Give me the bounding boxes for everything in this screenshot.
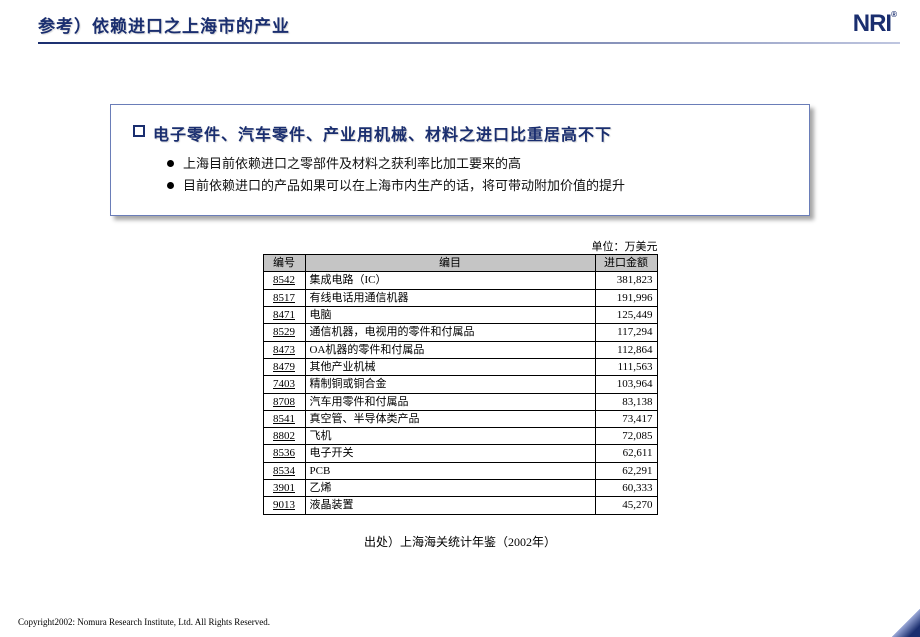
cell-item: 真空管、半导体类产品 (305, 410, 595, 427)
cell-item: 通信机器，电视用的零件和付属品 (305, 324, 595, 341)
cell-code: 8473 (263, 341, 305, 358)
cell-code: 8708 (263, 393, 305, 410)
import-table: 编号 编目 进口金额 8542集成电路（IC）381,8238517有线电话用通… (263, 254, 658, 514)
cell-item: 液晶装置 (305, 497, 595, 514)
cell-item: 精制铜或铜合金 (305, 376, 595, 393)
cell-amount: 103,964 (595, 376, 657, 393)
square-bullet-icon (133, 125, 145, 137)
cell-item: 汽车用零件和付属品 (305, 393, 595, 410)
cell-amount: 45,270 (595, 497, 657, 514)
logo: NRI® (853, 10, 896, 38)
table-header-row: 编号 编目 进口金额 (263, 255, 657, 272)
table-row: 8536电子开关62,611 (263, 445, 657, 462)
cell-amount: 191,996 (595, 289, 657, 306)
cell-amount: 72,085 (595, 428, 657, 445)
cell-code: 8542 (263, 272, 305, 289)
table-row: 8471电脑125,449 (263, 307, 657, 324)
cell-item: 乙烯 (305, 480, 595, 497)
th-code: 编号 (263, 255, 305, 272)
cell-amount: 125,449 (595, 307, 657, 324)
cell-code: 8529 (263, 324, 305, 341)
cell-amount: 60,333 (595, 480, 657, 497)
cell-code: 8479 (263, 358, 305, 375)
cell-code: 8471 (263, 307, 305, 324)
cell-amount: 73,417 (595, 410, 657, 427)
cell-item: OA机器的零件和付属品 (305, 341, 595, 358)
cell-code: 9013 (263, 497, 305, 514)
table-row: 8802飞机72,085 (263, 428, 657, 445)
callout-main: 电子零件、汽车零件、产业用机械、材料之进口比重居高不下 (133, 121, 787, 145)
table-row: 8708汽车用零件和付属品83,138 (263, 393, 657, 410)
cell-amount: 117,294 (595, 324, 657, 341)
logo-text: NRI (853, 10, 891, 37)
header: 参考）依赖进口之上海市的产业 NRI® (0, 0, 920, 42)
cell-code: 8534 (263, 462, 305, 479)
table-row: 8517有线电话用通信机器191,996 (263, 289, 657, 306)
cell-item: 电脑 (305, 307, 595, 324)
page-title: 参考）依赖进口之上海市的产业 (38, 12, 290, 37)
table-row: 8473OA机器的零件和付属品112,864 (263, 341, 657, 358)
cell-amount: 62,291 (595, 462, 657, 479)
cell-amount: 381,823 (595, 272, 657, 289)
data-source: 出处）上海海关统计年鉴（2002年） (0, 533, 920, 550)
header-divider (38, 42, 900, 44)
cell-code: 8536 (263, 445, 305, 462)
cell-code: 7403 (263, 376, 305, 393)
table-row: 8534PCB62,291 (263, 462, 657, 479)
cell-item: 电子开关 (305, 445, 595, 462)
cell-code: 8517 (263, 289, 305, 306)
table-row: 3901乙烯60,333 (263, 480, 657, 497)
cell-code: 8541 (263, 410, 305, 427)
cell-item: 飞机 (305, 428, 595, 445)
cell-code: 8802 (263, 428, 305, 445)
cell-amount: 112,864 (595, 341, 657, 358)
cell-item: 其他产业机械 (305, 358, 595, 375)
table-row: 7403精制铜或铜合金103,964 (263, 376, 657, 393)
page-corner-decoration (892, 609, 920, 637)
table-row: 8479其他产业机械111,563 (263, 358, 657, 375)
th-amount: 进口金额 (595, 255, 657, 272)
logo-mark: ® (891, 10, 896, 19)
cell-amount: 62,611 (595, 445, 657, 462)
callout-point: 上海目前依赖进口之零部件及材料之获利率比加工要来的高 (167, 153, 787, 175)
callout-sublist: 上海目前依赖进口之零部件及材料之获利率比加工要来的高 目前依赖进口的产品如果可以… (133, 153, 787, 197)
cell-item: 集成电路（IC） (305, 272, 595, 289)
cell-amount: 83,138 (595, 393, 657, 410)
cell-item: 有线电话用通信机器 (305, 289, 595, 306)
table-row: 8542集成电路（IC）381,823 (263, 272, 657, 289)
callout-box: 电子零件、汽车零件、产业用机械、材料之进口比重居高不下 上海目前依赖进口之零部件… (110, 104, 810, 216)
cell-code: 3901 (263, 480, 305, 497)
cell-item: PCB (305, 462, 595, 479)
th-item: 编目 (305, 255, 595, 272)
table-row: 9013液晶装置45,270 (263, 497, 657, 514)
table-row: 8541真空管、半导体类产品73,417 (263, 410, 657, 427)
cell-amount: 111,563 (595, 358, 657, 375)
callout-title: 电子零件、汽车零件、产业用机械、材料之进口比重居高不下 (153, 121, 612, 145)
copyright-footer: Copyright2002: Nomura Research Institute… (18, 617, 270, 627)
table-row: 8529通信机器，电视用的零件和付属品117,294 (263, 324, 657, 341)
unit-label: 单位：万美元 (263, 238, 658, 254)
callout-point: 目前依赖进口的产品如果可以在上海市内生产的话，将可带动附加价值的提升 (167, 175, 787, 197)
